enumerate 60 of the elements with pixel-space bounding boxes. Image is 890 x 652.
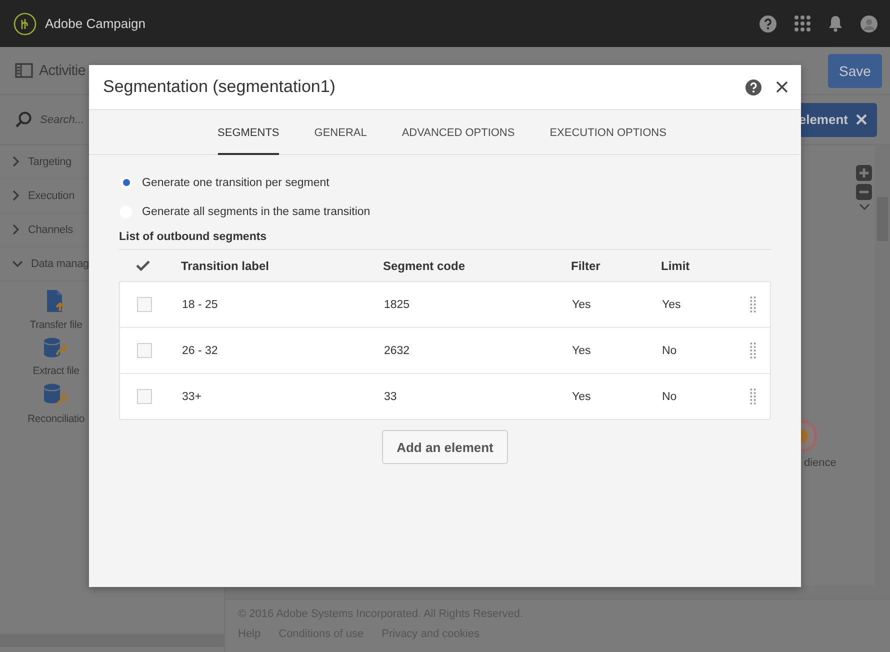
table-cell-text: Yes bbox=[662, 298, 682, 310]
bell-icon[interactable] bbox=[828, 15, 843, 32]
chevron-right-icon bbox=[12, 224, 20, 235]
table-cell-text: Yes bbox=[572, 298, 592, 310]
radio-option[interactable]: Generate all segments in the same transition bbox=[119, 197, 771, 226]
table-cell-text: 1825 bbox=[384, 298, 411, 310]
tab[interactable]: ADVANCED OPTIONS bbox=[402, 110, 515, 155]
checkbox[interactable] bbox=[137, 343, 152, 358]
node-label: dience bbox=[804, 457, 836, 469]
add-element-button[interactable]: Add an element bbox=[382, 430, 508, 464]
activity-label: Extract file bbox=[32, 365, 80, 377]
drag-handle-icon[interactable] bbox=[750, 388, 756, 405]
table-cell-text: No bbox=[662, 344, 678, 356]
apps-grid-icon[interactable] bbox=[794, 15, 811, 32]
chevron-down-icon[interactable] bbox=[858, 203, 870, 211]
chevron-down-icon bbox=[12, 260, 23, 268]
table-cell-text: 33+ bbox=[182, 390, 203, 402]
column-header: Limit bbox=[661, 258, 691, 272]
tab[interactable]: EXECUTION OPTIONS bbox=[550, 110, 666, 155]
help-icon[interactable] bbox=[745, 78, 762, 96]
search-field[interactable]: Search... bbox=[38, 112, 162, 126]
dialog-title: Segmentation (segmentation1) bbox=[103, 77, 336, 97]
table-cell-text: 18 - 25 bbox=[182, 298, 219, 310]
tab[interactable]: SEGMENTS bbox=[218, 110, 280, 155]
database-key-icon[interactable] bbox=[43, 383, 69, 407]
section-heading: List of outbound segments bbox=[119, 231, 771, 250]
select-all-check-icon[interactable] bbox=[136, 260, 150, 271]
checkbox[interactable] bbox=[137, 297, 152, 312]
radio-option[interactable]: Generate one transition per segment bbox=[119, 168, 771, 197]
zoom-in-icon[interactable] bbox=[856, 165, 872, 181]
page-title: Activitie bbox=[39, 62, 86, 78]
panel-toggle-icon[interactable] bbox=[15, 63, 33, 78]
chevron-right-icon bbox=[12, 156, 20, 167]
logo-icon bbox=[13, 12, 37, 36]
column-header: Filter bbox=[571, 258, 602, 272]
product-name: Adobe Campaign bbox=[45, 16, 146, 31]
drag-handle-icon[interactable] bbox=[750, 342, 756, 359]
tab[interactable]: GENERAL bbox=[314, 110, 367, 155]
activity-label: Reconciliatio bbox=[28, 413, 84, 425]
table-cell-text: 33 bbox=[384, 390, 398, 402]
save-button[interactable]: Save bbox=[828, 54, 882, 88]
table-cell-text: Yes bbox=[572, 344, 592, 356]
file-upload-icon[interactable] bbox=[46, 289, 66, 313]
table-cell-text: No bbox=[662, 390, 678, 402]
column-header: Transition label bbox=[181, 258, 270, 272]
table-cell-text: 2632 bbox=[384, 344, 411, 356]
help-icon[interactable] bbox=[759, 14, 777, 32]
user-avatar-icon[interactable] bbox=[860, 14, 878, 32]
table-cell-text: Yes bbox=[572, 390, 592, 402]
chevron-right-icon bbox=[12, 190, 20, 201]
search-icon bbox=[15, 111, 32, 128]
zoom-out-icon[interactable] bbox=[856, 184, 872, 200]
close-icon[interactable] bbox=[776, 81, 788, 93]
checkbox[interactable] bbox=[137, 389, 152, 404]
table-cell-text: 26 - 32 bbox=[182, 344, 219, 356]
database-arrow-icon[interactable] bbox=[43, 337, 69, 359]
column-header: Segment code bbox=[383, 258, 466, 272]
activity-label: Transfer file bbox=[30, 319, 82, 331]
radio-button[interactable] bbox=[120, 176, 132, 188]
drag-handle-icon[interactable] bbox=[750, 296, 756, 313]
